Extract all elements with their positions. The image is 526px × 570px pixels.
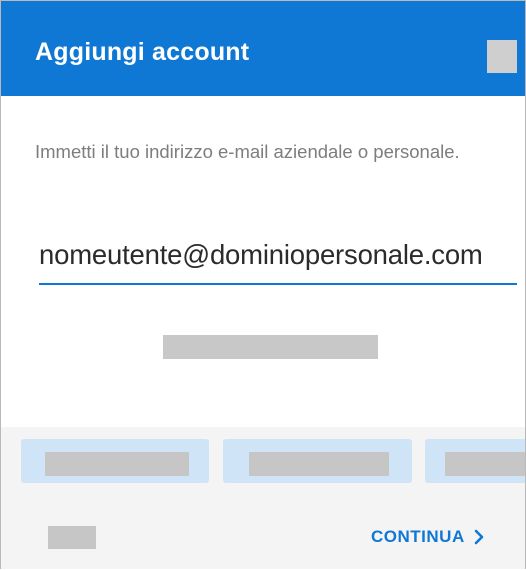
- account-chip-1[interactable]: [21, 439, 209, 483]
- account-chip-2[interactable]: [223, 439, 412, 483]
- email-instruction: Immetti il tuo indirizzo e-mail aziendal…: [35, 141, 460, 162]
- page-title: Aggiungi account: [35, 38, 250, 66]
- redacted-link[interactable]: [163, 335, 378, 359]
- app-bar: Aggiungi account: [1, 1, 525, 96]
- overflow-menu-icon[interactable]: [487, 40, 517, 73]
- email-field[interactable]: [39, 227, 517, 285]
- add-account-screen: Aggiungi account Immetti il tuo indirizz…: [0, 0, 526, 569]
- secondary-action-button[interactable]: [48, 526, 96, 549]
- account-chip-label-redacted: [445, 452, 525, 476]
- bottom-action-bar: CONTINUA: [1, 489, 525, 569]
- chevron-right-icon: [473, 529, 485, 545]
- continue-label: CONTINUA: [371, 527, 465, 546]
- continue-button[interactable]: CONTINUA: [371, 519, 485, 555]
- account-chip-label-redacted: [45, 452, 189, 476]
- account-chip-label-redacted: [249, 452, 389, 476]
- account-chip-3[interactable]: [425, 439, 525, 483]
